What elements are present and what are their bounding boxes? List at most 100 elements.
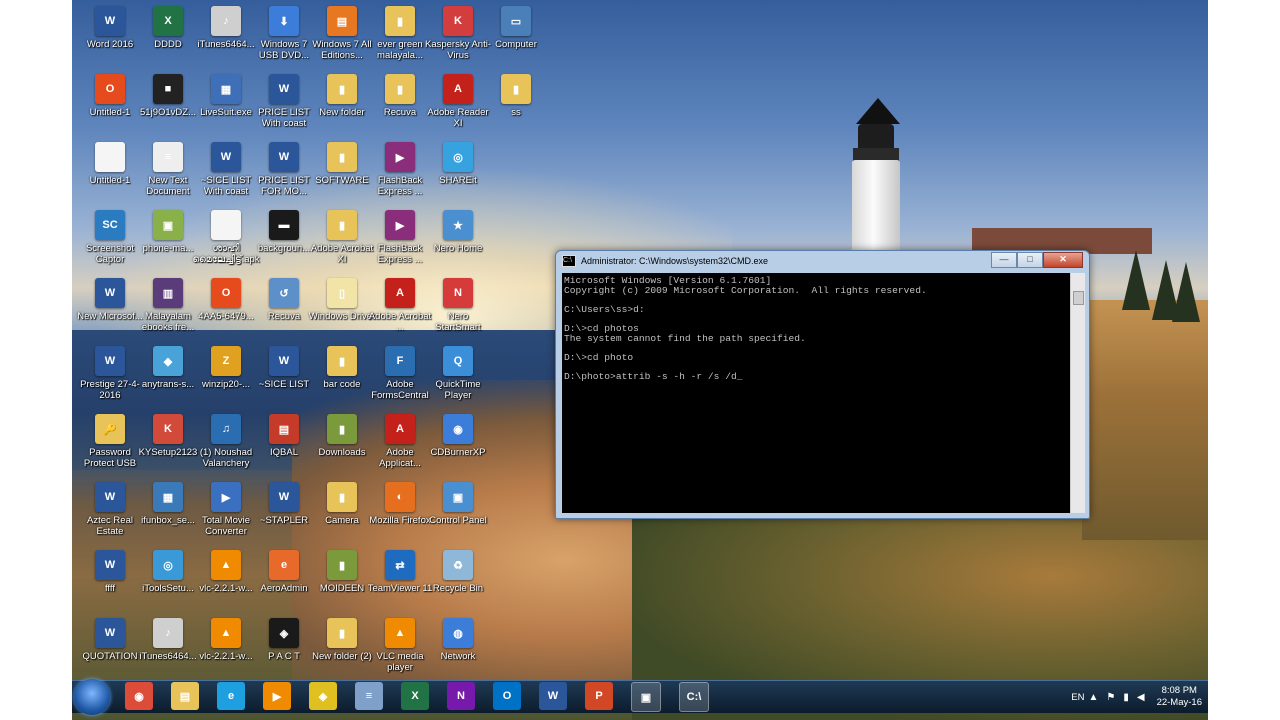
desktop-icon-glyph-icon: e (269, 550, 299, 580)
desktop-icon-glyph-icon: ◉ (443, 414, 473, 444)
scrollbar-thumb[interactable] (1073, 291, 1084, 305)
desktop-icon-label: Control Panel (429, 515, 487, 526)
desktop-icon-glyph-icon: ⬇ (269, 6, 299, 36)
desktop-icon-glyph-icon: W (211, 142, 241, 172)
desktop-icon-glyph-icon: ▮ (385, 74, 415, 104)
desktop-icon-glyph-icon: ★ (443, 210, 473, 240)
desktop-icon-glyph-icon: ⇄ (385, 550, 415, 580)
desktop-icon-glyph-icon: ▦ (153, 482, 183, 512)
desktop-icon-glyph-icon: ▮ (501, 74, 531, 104)
desktop-icon-glyph-icon: N (443, 278, 473, 308)
desktop-icon-glyph-icon: K (153, 414, 183, 444)
desktop-icon[interactable]: ▣ Control Panel (424, 482, 492, 526)
desktop-icon-label: Computer (495, 39, 537, 50)
taskbar-pact-button[interactable]: ◈ (309, 682, 337, 710)
desktop-icon-glyph-icon: W (269, 74, 299, 104)
desktop-icon-glyph-icon: ◍ (443, 618, 473, 648)
desktop-icon-glyph-icon (211, 210, 241, 240)
console-area[interactable]: Microsoft Windows [Version 6.1.7601] Cop… (562, 273, 1070, 513)
desktop-icon[interactable]: ◎ SHAREit (424, 142, 492, 186)
cmd-title: Administrator: C:\Windows\system32\CMD.e… (581, 256, 769, 266)
desktop-icon-glyph-icon: ◐ (385, 482, 415, 512)
start-button[interactable] (74, 679, 110, 715)
desktop-icon-glyph-icon: ◆ (153, 346, 183, 376)
desktop-icon-glyph-icon: ▶ (385, 142, 415, 172)
desktop-icon[interactable]: N Nero StartSmart (424, 278, 492, 333)
desktop-icon-glyph-icon: ▣ (153, 210, 183, 240)
taskbar-explorer-button[interactable]: ▤ (171, 682, 199, 710)
taskbar-word-button[interactable]: W (539, 682, 567, 710)
desktop-icon-glyph-icon: ▣ (443, 482, 473, 512)
desktop-icon[interactable]: ♻ Recycle Bin (424, 550, 492, 594)
desktop-icon-glyph-icon: O (95, 74, 125, 104)
pine-tree (1172, 262, 1200, 322)
desktop-icon-glyph-icon: O (211, 278, 241, 308)
hillside (1082, 300, 1208, 540)
desktop-icon[interactable]: ★ Nero Home (424, 210, 492, 254)
desktop-icon-glyph-icon: Q (443, 346, 473, 376)
taskbar: ◉ ▤ e ▶ ◈ ≡ X N O W P ▣ C:\ EN ▲ ⚑ ▮ ◀ 8:08 PM 22-Ma… (72, 679, 1208, 715)
desktop-icon-glyph-icon: ↺ (269, 278, 299, 308)
console-scrollbar[interactable] (1070, 273, 1085, 513)
cmd-window[interactable]: C:\ Administrator: C:\Windows\system32\C… (555, 250, 1090, 519)
desktop-icon-glyph-icon: ♫ (211, 414, 241, 444)
desktop-icon-glyph-icon: ◎ (153, 550, 183, 580)
taskbar-notepad-button[interactable]: ≡ (355, 682, 383, 710)
taskbar-media-button[interactable]: ▶ (263, 682, 291, 710)
desktop-icon-glyph-icon: ◈ (269, 618, 299, 648)
action-center-icon[interactable]: ⚑ (1106, 692, 1115, 703)
desktop-icon[interactable]: Q QuickTime Player (424, 346, 492, 401)
desktop-icon-glyph-icon: W (95, 550, 125, 580)
lighthouse-tower (852, 160, 900, 260)
desktop-icon-glyph-icon: ≡ (153, 142, 183, 172)
maximize-button[interactable]: □ (1017, 252, 1043, 268)
console-output: Microsoft Windows [Version 6.1.7601] Cop… (564, 275, 927, 382)
close-button[interactable]: ✕ (1043, 252, 1083, 268)
language-indicator[interactable]: EN (1071, 692, 1084, 703)
desktop-icon-glyph-icon: ◎ (443, 142, 473, 172)
desktop-icon-glyph-icon: 🔑 (95, 414, 125, 444)
taskbar-apps: ◉ ▤ e ▶ ◈ ≡ X N O W P ▣ C:\ (116, 682, 718, 712)
show-hidden-icon[interactable]: ▲ (1088, 692, 1098, 703)
desktop-icon-glyph-icon: A (443, 74, 473, 104)
desktop-icon-glyph-icon: ▮ (327, 414, 357, 444)
desktop-icon[interactable]: ▮ ss (482, 74, 550, 118)
desktop-icon-glyph-icon: ▭ (501, 6, 531, 36)
desktop-icon[interactable]: ◉ CDBurnerXP (424, 414, 492, 458)
taskbar-onenote-button[interactable]: N (447, 682, 475, 710)
desktop-icon-glyph-icon: W (95, 278, 125, 308)
system-tray: EN ▲ ⚑ ▮ ◀ 8:08 PM 22-May-16 (1071, 681, 1202, 713)
network-icon[interactable]: ▮ (1123, 692, 1129, 703)
desktop-icon-glyph-icon: W (95, 346, 125, 376)
clock[interactable]: 8:08 PM 22-May-16 (1157, 685, 1202, 709)
taskbar-powerpoint-button[interactable]: P (585, 682, 613, 710)
desktop-icon-glyph-icon: ♻ (443, 550, 473, 580)
taskbar-excel-button[interactable]: X (401, 682, 429, 710)
desktop-icon-glyph-icon: ▤ (269, 414, 299, 444)
desktop-icon-glyph-icon: ▮ (327, 210, 357, 240)
desktop-icon-glyph-icon: W (95, 6, 125, 36)
volume-icon[interactable]: ◀ (1137, 692, 1145, 703)
desktop-icon-glyph-icon: Z (211, 346, 241, 376)
desktop-icon-glyph-icon: ▬ (269, 210, 299, 240)
desktop-icon-glyph-icon (95, 142, 125, 172)
taskbar-ie-button[interactable]: e (217, 682, 245, 710)
desktop-icon-glyph-icon: W (95, 482, 125, 512)
minimize-button[interactable]: — (991, 252, 1017, 268)
desktop-icon-glyph-icon: ▮ (327, 618, 357, 648)
desktop-icon-label: ss (511, 107, 521, 118)
desktop-icon[interactable]: ▭ Computer (482, 6, 550, 50)
desktop-icon[interactable]: ◍ Network (424, 618, 492, 662)
desktop-icon-label: CDBurnerXP (430, 447, 486, 458)
taskbar-outlook-button[interactable]: O (493, 682, 521, 710)
desktop-icon-glyph-icon: ▮ (327, 482, 357, 512)
taskbar-cmd-button[interactable]: C:\ (679, 682, 709, 712)
desktop-icon-glyph-icon: A (385, 414, 415, 444)
desktop-icon-glyph-icon: ▶ (385, 210, 415, 240)
desktop-icon-glyph-icon: ▮ (327, 74, 357, 104)
taskbar-control-button[interactable]: ▣ (631, 682, 661, 712)
taskbar-chrome-button[interactable]: ◉ (125, 682, 153, 710)
desktop-icon-label: Recycle Bin (432, 583, 484, 594)
desktop-icon-glyph-icon: X (153, 6, 183, 36)
desktop-icon-glyph-icon: SC (95, 210, 125, 240)
